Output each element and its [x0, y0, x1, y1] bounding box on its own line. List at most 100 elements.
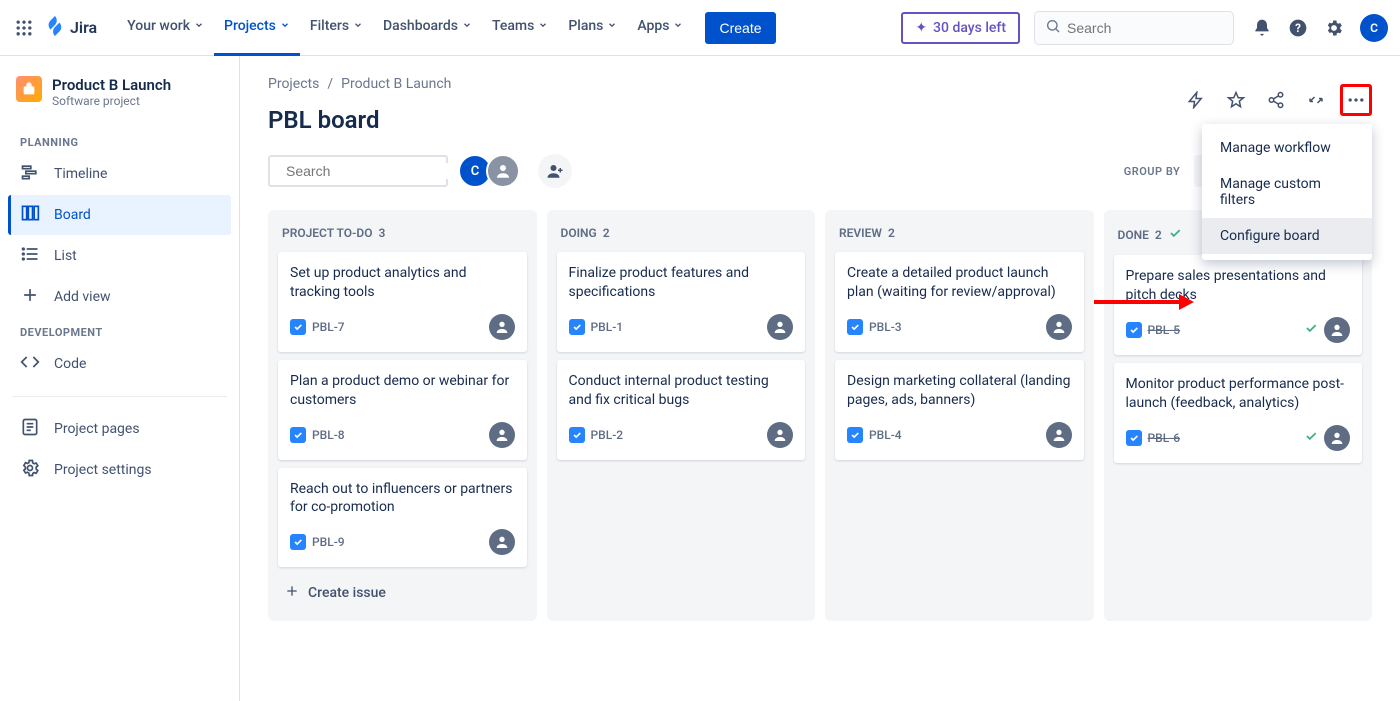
menu-item-manage-workflow[interactable]: Manage workflow [1202, 130, 1372, 166]
menu-item-manage-custom-filters[interactable]: Manage custom filters [1202, 166, 1372, 218]
top-nav: Jira Your workProjects Filters Dashboards T… [0, 0, 1400, 56]
card-title: Set up product analytics and tracking to… [290, 264, 515, 302]
chevron-down-icon [353, 18, 363, 34]
chevron-down-icon [194, 18, 204, 34]
global-search[interactable] [1034, 11, 1234, 45]
card-key: PBL-4 [847, 427, 902, 443]
avatar-group: C [458, 154, 520, 188]
nav-apps[interactable]: Apps [627, 0, 693, 56]
notifications-icon[interactable] [1246, 12, 1278, 44]
done-column-check-icon [1168, 226, 1182, 243]
nav-label: Apps [637, 18, 669, 34]
nav-label: Teams [492, 18, 534, 34]
settings-icon[interactable] [1318, 12, 1350, 44]
create-issue-label: Create issue [308, 585, 386, 601]
card-key: PBL-1 [569, 319, 624, 335]
assignee-icon [489, 529, 515, 555]
search-input[interactable] [1067, 20, 1248, 36]
assignee-icon [1324, 317, 1350, 343]
card-title: Finalize product features and specificat… [569, 264, 794, 302]
add-people-button[interactable] [538, 154, 572, 188]
sidebar-item-label: Add view [54, 289, 111, 305]
add-view-icon [20, 285, 40, 309]
board-search-input[interactable] [286, 163, 467, 179]
column-project-to-do: PROJECT TO-DO 3 Set up product analytics … [268, 210, 537, 621]
column-count: 3 [378, 226, 385, 240]
card-pbl-7[interactable]: Set up product analytics and tracking to… [278, 252, 527, 352]
column-name: DONE [1118, 228, 1149, 242]
nav-label: Filters [310, 18, 349, 34]
nav-teams[interactable]: Teams [482, 0, 558, 56]
automation-icon[interactable] [1180, 84, 1212, 116]
card-key: PBL-5 [1126, 322, 1181, 338]
card-pbl-6[interactable]: Monitor product performance post-launch … [1114, 363, 1363, 463]
task-type-icon [290, 534, 306, 550]
column-review: REVIEW 2Create a detailed product launch… [825, 210, 1094, 621]
nav-filters[interactable]: Filters [300, 0, 373, 56]
chevron-down-icon [673, 18, 683, 34]
assignee-icon [767, 422, 793, 448]
sidebar-item-label: Timeline [54, 166, 107, 182]
breadcrumb-root[interactable]: Projects [268, 76, 319, 92]
project-pages-icon [20, 417, 40, 441]
create-issue-button[interactable]: Create issue [278, 575, 527, 611]
nav-plans[interactable]: Plans [558, 0, 627, 56]
project-header[interactable]: Product B Launch Software project [8, 76, 231, 128]
nav-label: Plans [568, 18, 603, 34]
more-actions-button[interactable] [1340, 84, 1372, 116]
help-icon[interactable]: ? [1282, 12, 1314, 44]
app-switcher-icon[interactable] [12, 16, 36, 40]
card-pbl-8[interactable]: Plan a product demo or webinar for custo… [278, 360, 527, 460]
card-pbl-3[interactable]: Create a detailed product launch plan (w… [835, 252, 1084, 352]
board-actions [1180, 84, 1372, 116]
card-key: PBL-6 [1126, 430, 1181, 446]
card-pbl-9[interactable]: Reach out to influencers or partners for… [278, 468, 527, 568]
menu-item-configure-board[interactable]: Configure board [1202, 218, 1372, 254]
task-type-icon [1126, 430, 1142, 446]
chevron-down-icon [462, 18, 472, 34]
task-type-icon [569, 319, 585, 335]
card-key: PBL-8 [290, 427, 345, 443]
card-pbl-1[interactable]: Finalize product features and specificat… [557, 252, 806, 352]
create-button[interactable]: Create [705, 12, 775, 44]
nav-projects[interactable]: Projects [214, 0, 300, 56]
sidebar-item-label: Board [54, 207, 91, 223]
card-title: Design marketing collateral (landing pag… [847, 372, 1072, 410]
column-name: PROJECT TO-DO [282, 226, 372, 240]
nav-dashboards[interactable]: Dashboards [373, 0, 482, 56]
user-avatar[interactable]: C [1360, 14, 1388, 42]
card-pbl-2[interactable]: Conduct internal product testing and fix… [557, 360, 806, 460]
assignee-avatar[interactable] [486, 154, 520, 188]
nav-your-work[interactable]: Your work [117, 0, 214, 56]
card-title: Create a detailed product launch plan (w… [847, 264, 1072, 302]
card-title: Reach out to influencers or partners for… [290, 480, 515, 518]
sidebar-item-timeline[interactable]: Timeline [8, 154, 231, 194]
project-type: Software project [52, 94, 171, 108]
fullscreen-icon[interactable] [1300, 84, 1332, 116]
section-development: DEVELOPMENT [8, 318, 231, 343]
section-planning: PLANNING [8, 128, 231, 153]
search-icon [1045, 18, 1061, 38]
card-pbl-4[interactable]: Design marketing collateral (landing pag… [835, 360, 1084, 460]
breadcrumb-current[interactable]: Product B Launch [341, 76, 451, 92]
card-key: PBL-2 [569, 427, 624, 443]
more-actions-menu: Manage workflowManage custom filtersConf… [1202, 124, 1372, 260]
sidebar-item-board[interactable]: Board [8, 195, 231, 235]
share-icon[interactable] [1260, 84, 1292, 116]
board-search[interactable] [268, 155, 448, 187]
task-type-icon [290, 427, 306, 443]
sidebar-item-list[interactable]: List [8, 236, 231, 276]
trial-text: 30 days left [933, 20, 1006, 36]
sidebar-item-label: Project pages [54, 421, 140, 437]
column-done: DONE 2 Prepare sales presentations and p… [1104, 210, 1373, 621]
sidebar-item-add-view[interactable]: Add view [8, 277, 231, 317]
card-title: Plan a product demo or webinar for custo… [290, 372, 515, 410]
sidebar-item-code[interactable]: Code [8, 344, 231, 384]
done-check-icon [1304, 321, 1318, 339]
jira-logo[interactable]: Jira [44, 15, 97, 41]
sidebar-item-project-settings[interactable]: Project settings [8, 450, 231, 490]
sidebar-item-project-pages[interactable]: Project pages [8, 409, 231, 449]
chevron-down-icon [280, 18, 290, 34]
star-icon[interactable] [1220, 84, 1252, 116]
trial-badge[interactable]: ✦ 30 days left [901, 12, 1020, 44]
